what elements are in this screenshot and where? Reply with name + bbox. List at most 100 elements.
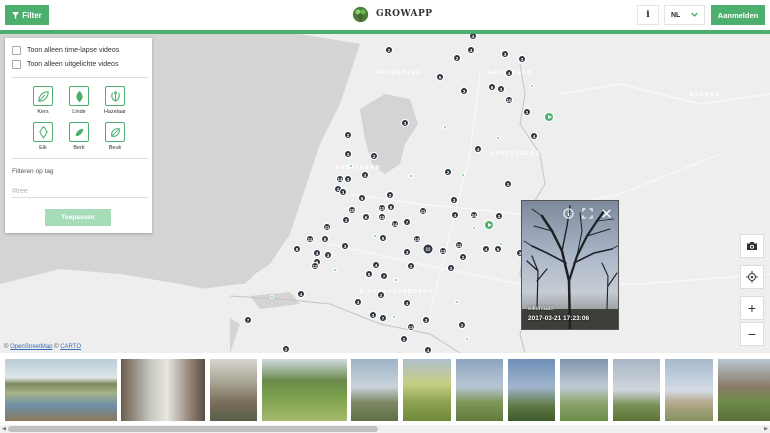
map-camera-dot[interactable]: [465, 337, 469, 341]
featured-checkbox[interactable]: [12, 60, 21, 69]
map-cluster-marker[interactable]: 2: [377, 291, 385, 299]
tree-filter-beuk[interactable]: [105, 122, 125, 142]
map-cluster-marker[interactable]: 3: [324, 251, 332, 259]
map-cluster-marker[interactable]: 2: [370, 152, 378, 160]
language-select[interactable]: NL: [664, 5, 705, 25]
map-cluster-marker[interactable]: 5: [365, 270, 373, 278]
video-thumbnail[interactable]: [560, 359, 608, 421]
map-cluster-marker[interactable]: 3: [497, 85, 505, 93]
video-thumbnail[interactable]: [5, 359, 117, 421]
featured-filter[interactable]: Toon alleen uitgelichte videos: [12, 60, 118, 69]
scroll-left-icon[interactable]: ◀: [0, 425, 8, 433]
zoom-out-button[interactable]: −: [740, 322, 764, 346]
map-cluster-marker[interactable]: 8: [293, 245, 301, 253]
map-cluster-marker[interactable]: 3: [460, 87, 468, 95]
map-camera-dot[interactable]: [530, 84, 534, 88]
map-cluster-marker[interactable]: 2: [385, 46, 393, 54]
map-camera-dot[interactable]: [499, 242, 503, 246]
map-camera-dot[interactable]: [333, 268, 337, 272]
tag-input[interactable]: [12, 186, 148, 198]
map-cluster-marker[interactable]: 4: [403, 299, 411, 307]
map-cluster-marker[interactable]: 10: [348, 206, 356, 214]
map-cluster-marker[interactable]: 3: [354, 298, 362, 306]
map-cluster-marker[interactable]: 12: [378, 213, 386, 221]
map-cluster-marker[interactable]: 3: [447, 264, 455, 272]
map-cluster-marker[interactable]: 4: [372, 261, 380, 269]
timelapse-checkbox[interactable]: [12, 46, 21, 55]
map-cluster-marker[interactable]: 2: [400, 335, 408, 343]
osm-link[interactable]: OpenStreetMap: [10, 344, 52, 350]
map-camera-dot[interactable]: [392, 315, 396, 319]
map-cluster-marker[interactable]: 8: [321, 235, 329, 243]
tree-filter-linde[interactable]: [69, 86, 89, 106]
map-cluster-marker[interactable]: 14: [391, 220, 399, 228]
map-video-marker[interactable]: [544, 112, 554, 122]
map-cluster-marker[interactable]: 2: [407, 262, 415, 270]
map-cluster-marker[interactable]: 4: [482, 245, 490, 253]
tree-filter-berk[interactable]: [69, 122, 89, 142]
scroll-right-icon[interactable]: ▶: [762, 425, 770, 433]
camera-button[interactable]: [740, 234, 764, 258]
video-thumbnail[interactable]: [351, 359, 398, 421]
map-cluster-marker[interactable]: 9: [379, 234, 387, 242]
map-camera-dot[interactable]: [455, 300, 459, 304]
map-cluster-marker[interactable]: 2: [523, 108, 531, 116]
map-cluster-marker[interactable]: 3: [495, 212, 503, 220]
map-cluster-marker[interactable]: 4: [474, 145, 482, 153]
map-cluster-marker[interactable]: 3: [341, 242, 349, 250]
map-cluster-marker[interactable]: 2: [458, 321, 466, 329]
map-cluster-marker[interactable]: 3: [369, 311, 377, 319]
map-cluster-marker[interactable]: 10: [505, 96, 513, 104]
map-cluster-marker[interactable]: 4: [361, 171, 369, 179]
map-cluster-marker[interactable]: 4: [505, 69, 513, 77]
map-cluster-marker[interactable]: 5: [358, 194, 366, 202]
map-camera-dot[interactable]: [373, 234, 377, 238]
map-cluster-marker[interactable]: 13: [407, 323, 415, 331]
map-cluster-marker[interactable]: 4: [424, 346, 432, 353]
video-thumbnail[interactable]: [121, 359, 205, 421]
zoom-in-button[interactable]: +: [740, 296, 764, 320]
map-cluster-marker[interactable]: 12: [311, 262, 319, 270]
map-cluster-marker[interactable]: 22: [422, 243, 434, 255]
apply-button[interactable]: Toepassen: [45, 209, 111, 226]
map-cluster-marker[interactable]: 11: [455, 241, 463, 249]
map-cluster-marker[interactable]: 3: [518, 55, 526, 63]
map-cluster-marker[interactable]: 24: [470, 211, 478, 219]
map-cluster-marker[interactable]: 4: [297, 290, 305, 298]
video-thumbnail[interactable]: [508, 359, 555, 421]
carto-link[interactable]: CARTO: [60, 344, 81, 350]
tree-filter-eik[interactable]: [33, 122, 53, 142]
map-cluster-marker[interactable]: 13: [413, 235, 421, 243]
map-cluster-marker[interactable]: 2: [386, 191, 394, 199]
video-thumbnail[interactable]: [456, 359, 503, 421]
map-cluster-marker[interactable]: 11: [323, 223, 331, 231]
map-cluster-marker[interactable]: 3: [422, 316, 430, 324]
map-video-marker[interactable]: [484, 220, 494, 230]
map-cluster-marker[interactable]: 2: [282, 345, 290, 353]
map-cluster-marker[interactable]: 7: [379, 314, 387, 322]
video-thumbnail[interactable]: [210, 359, 257, 421]
map-cluster-marker[interactable]: 11: [419, 207, 427, 215]
map-cluster-marker[interactable]: 2: [459, 253, 467, 261]
map-cluster-marker[interactable]: 6: [488, 83, 496, 91]
map-cluster-marker[interactable]: 3: [403, 248, 411, 256]
map-cluster-marker[interactable]: 14: [336, 175, 344, 183]
map-cluster-marker[interactable]: 7: [403, 218, 411, 226]
map-camera-dot[interactable]: [472, 226, 476, 230]
map-cluster-marker[interactable]: 4: [467, 46, 475, 54]
map-camera-dot[interactable]: [409, 174, 413, 178]
map-cluster-marker[interactable]: 7: [244, 316, 252, 324]
map-cluster-marker[interactable]: 3: [504, 180, 512, 188]
close-icon[interactable]: [601, 208, 612, 219]
map-cluster-marker[interactable]: 5: [436, 73, 444, 81]
map-cluster-marker[interactable]: 3: [501, 50, 509, 58]
map-cluster-marker[interactable]: 3: [401, 119, 409, 127]
filter-button[interactable]: Filter: [5, 5, 49, 25]
login-button[interactable]: Aanmelden: [711, 5, 765, 25]
video-thumbnail[interactable]: [718, 359, 770, 421]
map-cluster-marker[interactable]: 2: [444, 168, 452, 176]
map-cluster-marker[interactable]: 3: [342, 216, 350, 224]
map-camera-dot[interactable]: [394, 278, 398, 282]
map-cluster-marker[interactable]: 4: [451, 211, 459, 219]
video-thumbnail[interactable]: [403, 359, 451, 421]
